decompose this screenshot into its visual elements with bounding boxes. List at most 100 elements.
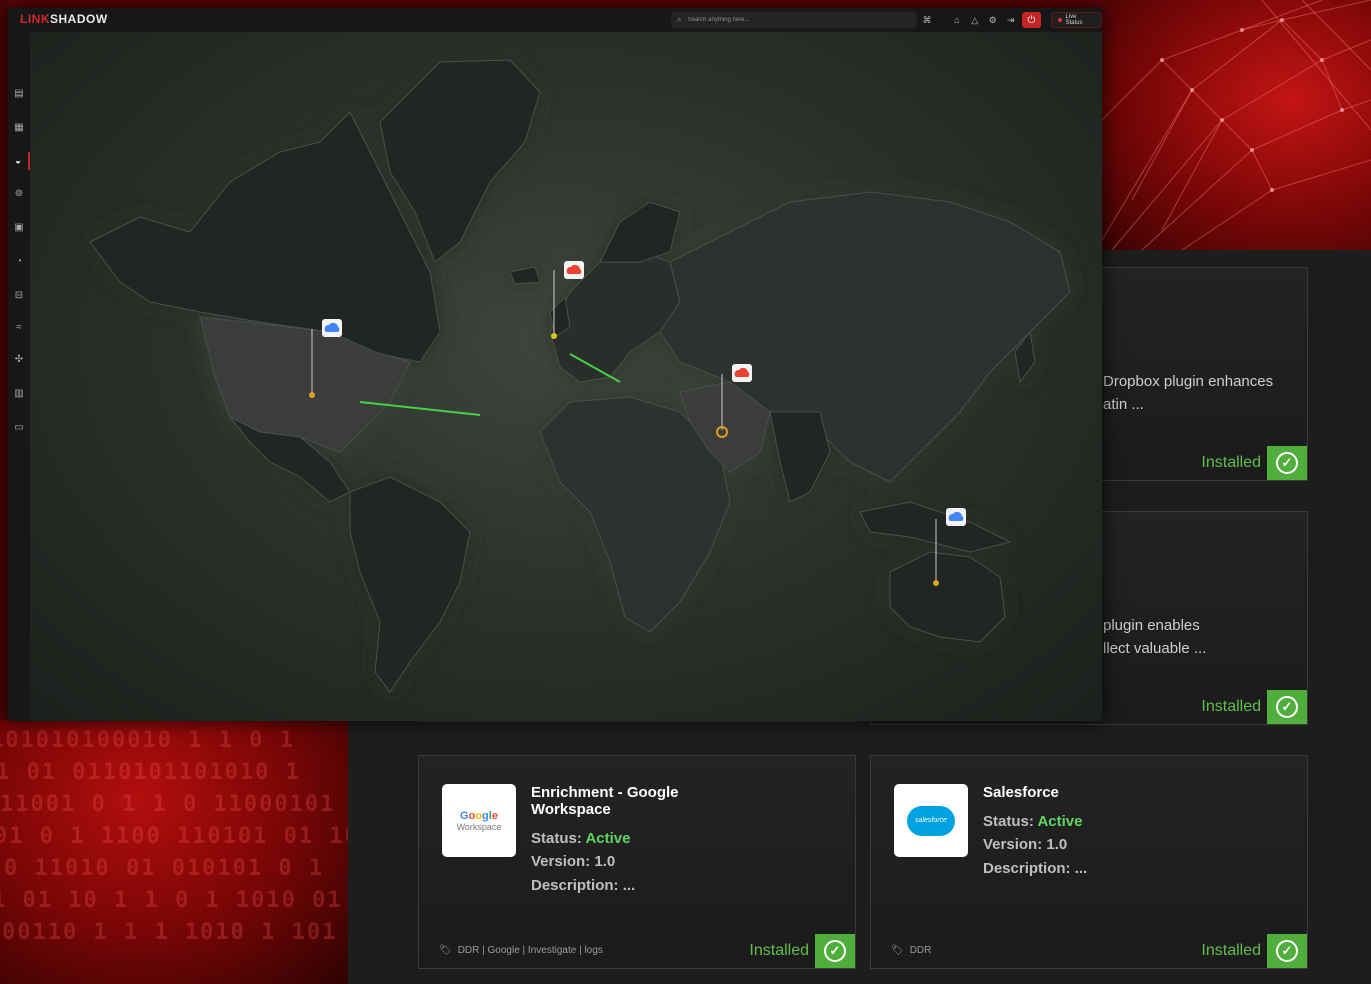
installed-label: Installed: [1201, 942, 1261, 959]
installed-check-button[interactable]: ✓: [1267, 446, 1307, 480]
world-map-view[interactable]: [30, 32, 1102, 721]
plugin-version: Version: 1.0: [531, 853, 615, 870]
live-status-label: Live Status: [1065, 14, 1083, 26]
red-left-strip: [0, 0, 8, 722]
version-value: 1.0: [594, 853, 616, 870]
red-top-strip: [0, 0, 1102, 8]
analytics-icon: ≈: [16, 321, 22, 333]
map-icon: ◒: [14, 155, 22, 167]
sidebar-item-map[interactable]: ◒: [8, 152, 30, 170]
description-line: Dropbox plugin enhances: [1103, 373, 1274, 390]
installed-badge[interactable]: Installed ✓: [1201, 446, 1307, 480]
binary-row: 01 0 1 1100 110101 01 10: [0, 824, 348, 849]
sidebar-item-plugins[interactable]: ▭: [8, 418, 30, 436]
brand-text-shadow: SHADOW: [50, 12, 108, 26]
plugins-icon: ▭: [14, 421, 24, 433]
tag-icon: 🏷: [439, 945, 452, 956]
red-network-backdrop: [1102, 0, 1371, 250]
plugin-description-fragment: Dropbox plugin enhances atin ...: [1103, 370, 1273, 416]
description-label: Description:: [983, 860, 1071, 877]
tags-text: DDR | Google | Investigate | logs: [457, 945, 603, 956]
toolbar-icons: ⌘ ⌂ △ ⚙ ⇥ ⏻ Live Status: [920, 12, 1102, 28]
brand-logo[interactable]: LINKSHADOW: [20, 12, 108, 26]
brand-text-link: LINK: [20, 12, 50, 26]
tags-text: DDR: [909, 945, 932, 956]
policy-icon: ▥: [14, 387, 24, 399]
sidebar-item-network[interactable]: ✣: [8, 350, 30, 368]
description-line: atin ...: [1103, 396, 1144, 413]
installed-check-button[interactable]: ✓: [1267, 934, 1307, 968]
check-icon: ✓: [824, 940, 846, 962]
status-value: Active: [1037, 813, 1083, 830]
logo-text-google: Google: [460, 809, 498, 822]
top-bar: LINKSHADOW ⌕ ⌘ ⌂ △ ⚙ ⇥ ⏻ Live Status: [8, 8, 1102, 32]
binary-row: 0 11010 01 010101 0 1: [4, 856, 325, 881]
status-value: Active: [585, 830, 631, 847]
sidebar-item-monitor[interactable]: ◔: [8, 252, 30, 270]
installed-badge[interactable]: Installed ✓: [749, 934, 855, 968]
reports-icon: ▦: [14, 121, 24, 133]
binary-row: 1 01 10 1 1 0 1 1010 01: [0, 888, 343, 913]
installed-label: Installed: [1201, 698, 1261, 715]
status-label: Status:: [531, 830, 582, 847]
sidebar: ▤ ▦ ◒ ⊚ ▣ ◔ ⊟ ≈ ✣ ▥ ▭: [8, 32, 30, 721]
linkshadow-app-window: LINKSHADOW ⌕ ⌘ ⌂ △ ⚙ ⇥ ⏻ Live Status: [8, 8, 1102, 721]
check-icon: ✓: [1276, 452, 1298, 474]
logout-icon[interactable]: ⇥: [1004, 12, 1018, 28]
network-lines-graphic: [1102, 0, 1371, 250]
india-shape: [769, 411, 831, 503]
installed-check-button[interactable]: ✓: [815, 934, 855, 968]
network-icon: ✣: [14, 353, 24, 365]
installed-check-button[interactable]: ✓: [1267, 690, 1307, 724]
iceland-shape: [509, 266, 541, 285]
installed-label: Installed: [749, 942, 809, 959]
shortcut-icon[interactable]: ⌘: [920, 12, 934, 28]
assets-icon: ▣: [14, 221, 24, 233]
installed-badge[interactable]: Installed ✓: [1201, 934, 1307, 968]
plugin-status: Status: Active: [983, 813, 1083, 830]
plugin-description-fragment: plugin enables llect valuable ...: [1103, 614, 1206, 660]
screenshot-stage: 101010100010 1 1 0 1 1 01 0110101101010 …: [0, 0, 1371, 984]
plugin-title: Salesforce: [983, 784, 1059, 801]
sidebar-item-logs[interactable]: ⊟: [8, 286, 30, 304]
status-label: Status:: [983, 813, 1034, 830]
scandinavia-shape: [599, 201, 681, 263]
search-input[interactable]: [687, 17, 888, 23]
binary-row: 00110 1 1 1 1010 1 101: [2, 920, 338, 945]
sidebar-item-assets[interactable]: ▣: [8, 218, 30, 236]
sidebar-item-devices[interactable]: ⊚: [8, 184, 30, 202]
salesforce-cloud-icon: salesforce: [907, 805, 955, 836]
plugin-status: Status: Active: [531, 830, 631, 847]
description-label: Description:: [531, 877, 619, 894]
plugin-card-salesforce[interactable]: salesforce Salesforce Status: Active Ver…: [870, 755, 1308, 969]
sidebar-item-dashboard[interactable]: ▤: [8, 84, 30, 102]
live-status-button[interactable]: Live Status: [1051, 12, 1102, 28]
plugin-tags: 🏷 DDR: [891, 945, 931, 956]
logo-text-workspace: Workspace: [456, 821, 502, 832]
dashboard-icon: ▤: [14, 87, 24, 99]
plugin-card-google-workspace[interactable]: Google Workspace Enrichment - Google Wor…: [418, 755, 856, 969]
sidebar-item-policy[interactable]: ▥: [8, 384, 30, 402]
check-icon: ✓: [1276, 696, 1298, 718]
red-binary-backdrop: 101010100010 1 1 0 1 1 01 0110101101010 …: [0, 720, 348, 984]
monitor-icon: ◔: [15, 255, 23, 267]
google-workspace-logo: Google Workspace: [442, 784, 516, 857]
search-box[interactable]: ⌕: [671, 12, 917, 28]
power-icon[interactable]: ⏻: [1021, 12, 1042, 28]
logs-icon: ⊟: [14, 289, 24, 301]
settings-icon[interactable]: ⚙: [986, 12, 1000, 28]
sidebar-item-analytics[interactable]: ≈: [8, 318, 30, 336]
live-dot-icon: [1058, 18, 1063, 22]
indonesia-shape: [859, 501, 1012, 553]
plugin-tags: 🏷 DDR | Google | Investigate | logs: [439, 945, 603, 956]
search-icon: ⌕: [677, 15, 682, 24]
home-icon[interactable]: ⌂: [950, 12, 964, 28]
description-line: llect valuable ...: [1103, 640, 1207, 657]
alert-icon[interactable]: △: [968, 12, 982, 28]
plugin-description: Description: ...: [531, 877, 635, 894]
version-label: Version:: [983, 836, 1043, 853]
installed-badge[interactable]: Installed ✓: [1201, 690, 1307, 724]
world-map: [89, 59, 1071, 693]
sidebar-item-reports[interactable]: ▦: [8, 118, 30, 136]
australia-shape: [889, 551, 1006, 643]
